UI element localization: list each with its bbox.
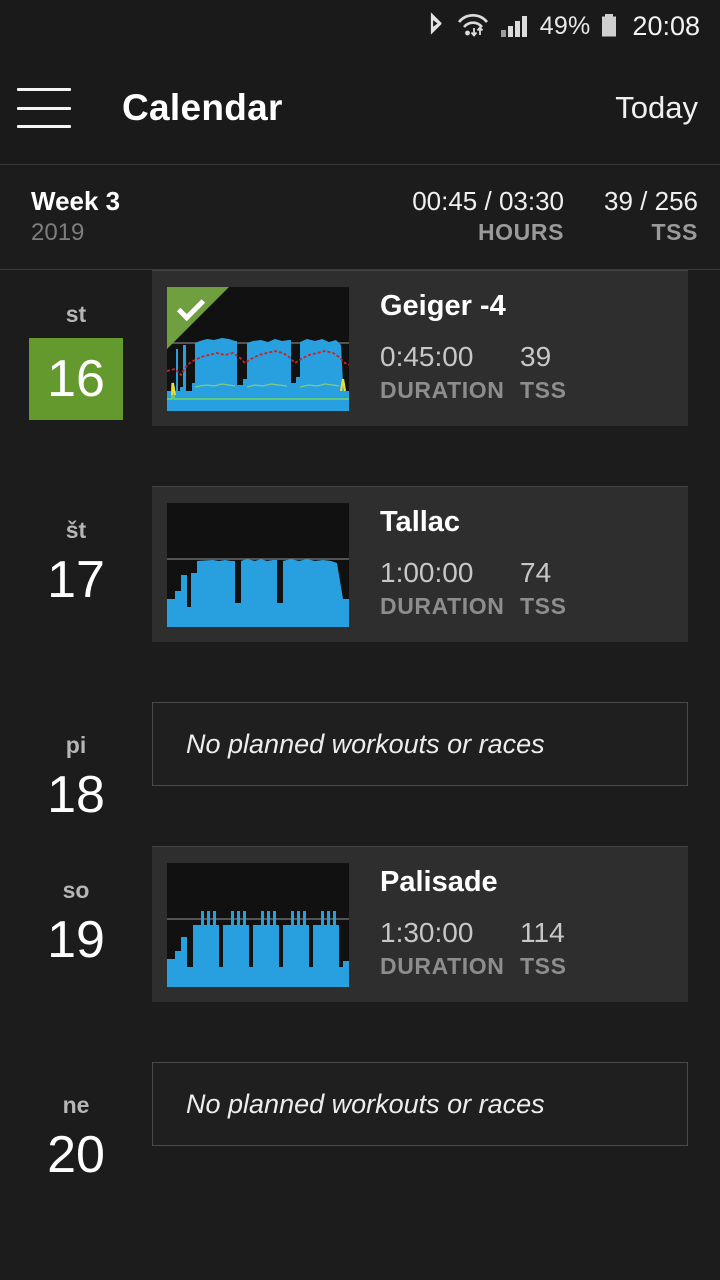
day-number-label: 18 [47,766,105,824]
workout-duration-label: DURATION [380,593,505,620]
calendar-day-row: pi 18 No planned workouts or races [0,702,720,846]
day-cell-18[interactable]: pi 18 [0,702,152,846]
workout-tss-value: 74 [520,557,552,589]
battery-icon [600,12,618,40]
empty-day-message: No planned workouts or races [186,1088,545,1119]
day-cell-16[interactable]: st 16 [0,270,152,486]
day-cell-19[interactable]: so 19 [0,846,152,1062]
calendar-day-row: št 17 Tallac 1:00:00 DURATION 74 TSS [0,486,720,702]
workout-duration-value: 1:30:00 [380,917,474,949]
day-of-week-label: so [62,877,90,903]
day-cell-20[interactable]: ne 20 [0,1062,152,1206]
workout-duration-value: 0:45:00 [380,341,474,373]
status-clock: 20:08 [632,10,700,41]
workout-title: Palisade [380,866,498,899]
week-label-group: Week 3 2019 [31,186,372,247]
week-hours-stat: 00:45 / 03:30 HOURS [412,186,564,247]
week-year-label: 2019 [31,218,85,246]
workout-tss-value-stat: 39 TSS [520,341,567,408]
calendar-day-row: st 16 Geiger -4 0:45:00 DURATION 39 TSS [0,270,720,486]
workout-card[interactable]: Tallac 1:00:00 DURATION 74 TSS [152,486,688,642]
empty-day-card[interactable]: No planned workouts or races [152,1062,688,1146]
calendar-day-list: st 16 Geiger -4 0:45:00 DURATION 39 TSS št 17 T… [0,270,720,1206]
day-of-week-label: pi [65,732,87,758]
bluetooth-icon [426,12,446,40]
week-tss-value: 39 / 256 [604,186,698,217]
workout-duration-value-stat: 1:00:00 DURATION [380,557,520,624]
workout-duration-value-stat: 1:30:00 DURATION [380,917,520,984]
day-content-area: Palisade 1:30:00 DURATION 114 TSS [152,846,720,1062]
day-of-week-label: st [65,301,87,327]
week-tss-stat: 39 / 256 TSS [604,186,698,247]
workout-title: Geiger -4 [380,290,506,323]
workout-info: Palisade 1:30:00 DURATION 114 TSS [380,865,567,983]
week-tss-label: TSS [651,218,698,245]
workout-duration-label: DURATION [380,377,505,404]
workout-power-chart-thumbnail [167,862,349,987]
day-cell-17[interactable]: št 17 [0,486,152,702]
day-number-label: 20 [47,1126,105,1184]
calendar-day-row: so 19 Palisade 1:30:00 DURATION 114 TSS [0,846,720,1062]
calendar-day-row: ne 20 No planned workouts or races [0,1062,720,1206]
week-hours-value: 00:45 / 03:30 [412,186,565,217]
workout-title: Tallac [380,506,461,539]
workout-duration-value: 1:00:00 [380,557,474,589]
workout-tss-label: TSS [520,593,567,620]
day-number-label: 19 [47,911,105,969]
today-highlight-badge[interactable]: 16 [29,338,123,420]
week-summary-bar[interactable]: Week 3 2019 00:45 / 03:30 HOURS 39 / 256… [0,165,720,270]
workout-card[interactable]: Geiger -4 0:45:00 DURATION 39 TSS [152,270,688,426]
day-content-area: Tallac 1:00:00 DURATION 74 TSS [152,486,720,702]
workout-tss-value-stat: 74 TSS [520,557,567,624]
workout-info: Tallac 1:00:00 DURATION 74 TSS [380,505,567,623]
workout-tss-label: TSS [520,953,567,980]
week-hours-label: HOURS [477,218,565,245]
empty-day-card[interactable]: No planned workouts or races [152,702,688,786]
workout-power-chart-thumbnail [167,502,349,627]
workout-info: Geiger -4 0:45:00 DURATION 39 TSS [380,289,567,407]
workout-tss-value: 39 [520,341,552,373]
workout-power-chart-thumbnail [167,286,349,411]
today-button[interactable]: Today [615,90,698,126]
day-number-label: 17 [47,551,105,609]
workout-tss-value: 114 [520,917,565,949]
day-content-area: No planned workouts or races [152,1062,720,1206]
page-title: Calendar [122,87,283,128]
empty-day-message: No planned workouts or races [186,728,545,759]
workout-stats: 1:00:00 DURATION 74 TSS [380,557,567,624]
workout-tss-value-stat: 114 TSS [520,917,567,984]
day-of-week-label: ne [62,1092,90,1118]
workout-stats: 0:45:00 DURATION 39 TSS [380,341,567,408]
day-of-week-label: št [65,517,87,543]
app-bar: Calendar Today [0,52,720,165]
workout-card[interactable]: Palisade 1:30:00 DURATION 114 TSS [152,846,688,1002]
workout-stats: 1:30:00 DURATION 114 TSS [380,917,567,984]
day-content-area: Geiger -4 0:45:00 DURATION 39 TSS [152,270,720,486]
workout-tss-label: TSS [520,377,567,404]
day-content-area: No planned workouts or races [152,702,720,846]
battery-percent-label: 49% [539,11,591,40]
day-number-label: 16 [47,350,105,408]
calendar-screen: 49% 20:08 Calendar Today Week 3 2019 00:… [0,0,720,1280]
workout-duration-value-stat: 0:45:00 DURATION [380,341,520,408]
wifi-icon [456,12,490,40]
cellular-signal-icon [500,12,530,40]
status-bar: 49% 20:08 [0,0,720,52]
hamburger-menu-icon[interactable] [17,88,71,128]
week-number-label: Week 3 [31,186,121,217]
workout-duration-label: DURATION [380,953,505,980]
